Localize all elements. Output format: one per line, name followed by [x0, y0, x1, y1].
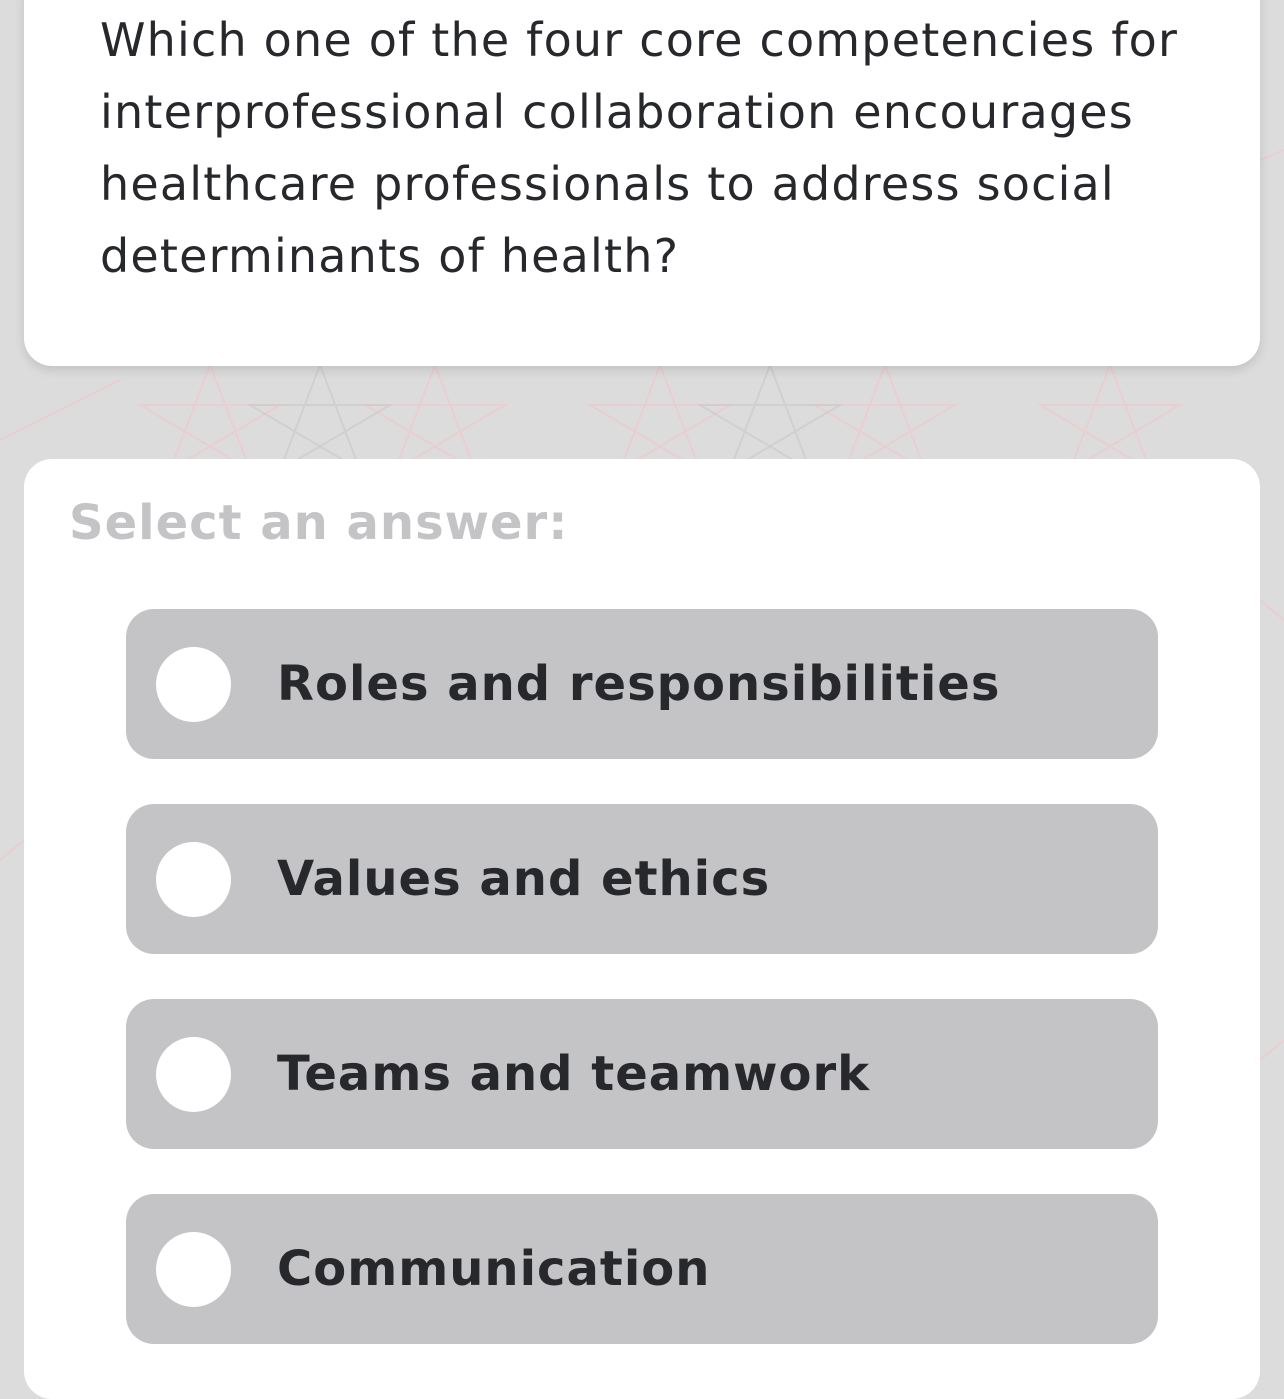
question-text: Which one of the four core competencies … — [100, 13, 1179, 283]
answer-card: Select an answer: Roles and responsibili… — [24, 459, 1260, 1399]
answer-option-teams[interactable]: Teams and teamwork — [126, 999, 1158, 1149]
radio-circle-icon[interactable] — [156, 1232, 231, 1307]
radio-circle-icon[interactable] — [156, 647, 231, 722]
answer-option-label: Communication — [277, 1241, 711, 1297]
question-card: Which one of the four core competencies … — [24, 0, 1260, 366]
answer-option-values[interactable]: Values and ethics — [126, 804, 1158, 954]
radio-circle-icon[interactable] — [156, 1037, 231, 1112]
answer-option-roles[interactable]: Roles and responsibilities — [126, 609, 1158, 759]
radio-circle-icon[interactable] — [156, 842, 231, 917]
answer-option-label: Teams and teamwork — [277, 1046, 871, 1102]
select-answer-prompt: Select an answer: — [69, 495, 569, 551]
answer-option-communication[interactable]: Communication — [126, 1194, 1158, 1344]
answer-option-label: Values and ethics — [277, 851, 771, 907]
answer-option-label: Roles and responsibilities — [277, 656, 1001, 712]
